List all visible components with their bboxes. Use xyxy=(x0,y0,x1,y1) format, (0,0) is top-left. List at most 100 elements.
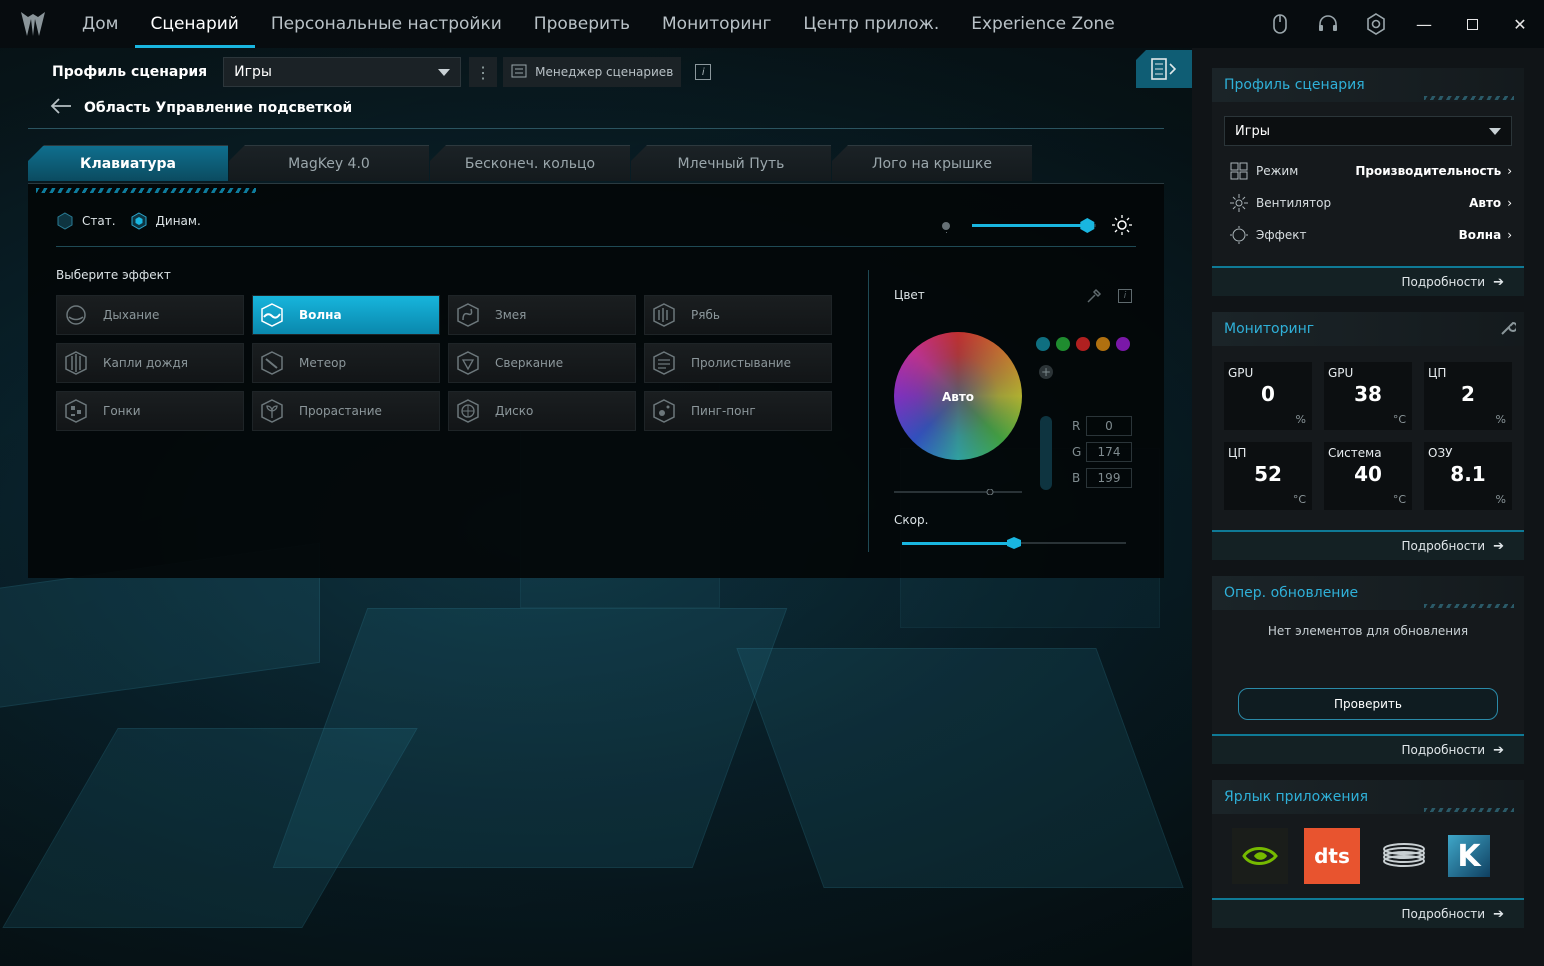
device-tab-0[interactable]: Клавиатура xyxy=(28,145,228,181)
color-wheel-label: Авто xyxy=(941,390,975,404)
monitor-unit: % xyxy=(1495,413,1506,426)
color-info-icon[interactable]: i xyxy=(1118,289,1132,303)
device-tab-4[interactable]: Лого на крышке xyxy=(832,145,1032,181)
update-card: Опер. обновление Нет элементов для обнов… xyxy=(1212,576,1524,764)
effect-breath[interactable]: Дыхание xyxy=(56,295,244,335)
profile-more-link[interactable]: Подробности ➔ xyxy=(1212,266,1524,296)
killer-icon[interactable]: K xyxy=(1448,835,1490,877)
scroll-icon xyxy=(649,348,679,378)
effect-sparkle[interactable]: Сверкание xyxy=(448,343,636,383)
add-color-icon[interactable]: + xyxy=(1039,365,1053,379)
monitor-tile: ЦП 2% xyxy=(1424,362,1512,430)
rgb-g-field[interactable]: 174 xyxy=(1086,442,1132,462)
nav-tab-4[interactable]: Мониторинг xyxy=(646,0,787,48)
wheel-saturation-slider[interactable] xyxy=(894,480,1022,496)
radio-dynamic-icon[interactable] xyxy=(130,212,148,230)
profile-select[interactable]: Игры xyxy=(223,57,462,87)
effect-pingpong[interactable]: Пинг-понг xyxy=(644,391,832,431)
mode-dynamic-label[interactable]: Динам. xyxy=(156,214,201,228)
predator-logo-icon xyxy=(0,0,66,48)
check-updates-button[interactable]: Проверить xyxy=(1238,688,1498,720)
monitor-tile: ОЗУ 8.1% xyxy=(1424,442,1512,510)
effect-disco[interactable]: Диско xyxy=(448,391,636,431)
color-wheel[interactable]: Авто xyxy=(894,332,1022,460)
mode-key: Режим xyxy=(1256,164,1299,178)
sidebar-toggle-icon[interactable] xyxy=(1136,50,1192,88)
gear-icon[interactable] xyxy=(1352,0,1400,48)
effect-snake[interactable]: Змея xyxy=(448,295,636,335)
dts-icon[interactable]: dts xyxy=(1304,828,1360,884)
effect-sprout[interactable]: Прорастание xyxy=(252,391,440,431)
brightness-fill xyxy=(972,224,1088,227)
sidebar-profile-select[interactable]: Игры xyxy=(1224,116,1512,146)
nav-tab-1[interactable]: Сценарий xyxy=(134,0,256,48)
rgb-r-field[interactable]: 0 xyxy=(1086,416,1132,436)
monitoring-more-link[interactable]: Подробности ➔ xyxy=(1212,530,1524,560)
mouse-icon[interactable] xyxy=(1256,0,1304,48)
wrench-icon[interactable] xyxy=(1500,320,1518,340)
device-tab-3[interactable]: Млечный Путь xyxy=(631,145,831,181)
nav-tab-6[interactable]: Experience Zone xyxy=(955,0,1131,48)
device-tab-1[interactable]: MagKey 4.0 xyxy=(229,145,429,181)
effect-raindrop[interactable]: Капли дождя xyxy=(56,343,244,383)
speed-slider[interactable] xyxy=(902,534,1126,549)
color-intensity-slider[interactable] xyxy=(1040,416,1052,490)
headset-icon[interactable] xyxy=(1304,0,1352,48)
fan-row[interactable]: Вентилятор Авто › xyxy=(1228,192,1512,214)
arrow-right-icon: ➔ xyxy=(1493,906,1504,922)
profile-card-header: Профиль сценария xyxy=(1212,68,1524,102)
effect-race-flag[interactable]: Гонки xyxy=(56,391,244,431)
nav-tab-5[interactable]: Центр прилож. xyxy=(787,0,955,48)
minimize-icon[interactable]: — xyxy=(1400,0,1448,48)
speed-title: Скор. xyxy=(894,513,929,527)
radio-static-icon[interactable] xyxy=(56,212,74,230)
dim-bulb-icon xyxy=(942,222,950,230)
scenario-manager-button[interactable]: Менеджер сценариев xyxy=(503,57,682,87)
nav-tab-0[interactable]: Дом xyxy=(66,0,135,48)
color-swatch-4[interactable] xyxy=(1116,337,1130,351)
shortcuts-more-link[interactable]: Подробности ➔ xyxy=(1212,898,1524,928)
rgb-b-field[interactable]: 199 xyxy=(1086,468,1132,488)
brightness-slider[interactable] xyxy=(938,214,1138,236)
sparkle-icon xyxy=(453,348,483,378)
update-more-link[interactable]: Подробности ➔ xyxy=(1212,734,1524,764)
device-tab-2[interactable]: Бесконеч. кольцо xyxy=(430,145,630,181)
color-swatch-1[interactable] xyxy=(1056,337,1070,351)
maximize-icon[interactable] xyxy=(1448,0,1496,48)
color-swatch-0[interactable] xyxy=(1036,337,1050,351)
eyedropper-icon[interactable] xyxy=(1086,288,1102,308)
monitor-unit: °C xyxy=(1392,493,1406,506)
no-updates-text: Нет элементов для обновления xyxy=(1267,624,1469,638)
info-icon[interactable]: i xyxy=(695,64,712,80)
more-label: Подробности xyxy=(1401,743,1486,757)
color-swatch-2[interactable] xyxy=(1076,337,1090,351)
mode-static-label[interactable]: Стат. xyxy=(82,214,116,228)
right-sidebar: Профиль сценария Игры Режим Производител… xyxy=(1192,48,1544,966)
update-card-header: Опер. обновление xyxy=(1212,576,1524,610)
effect-label: Прорастание xyxy=(299,404,382,418)
sidebar-profile-value: Игры xyxy=(1235,123,1271,139)
mode-row[interactable]: Режим Производительность › xyxy=(1228,160,1512,182)
more-options-icon[interactable]: ⋮ xyxy=(469,57,498,87)
nav-tab-2[interactable]: Персональные настройки xyxy=(255,0,518,48)
effect-row[interactable]: Эффект Волна › xyxy=(1228,224,1512,246)
nvidia-icon[interactable] xyxy=(1232,828,1288,884)
effect-label: Волна xyxy=(299,308,342,322)
panel-decoration xyxy=(36,188,256,193)
shortcuts-card: Ярлык приложения dts K Подробности ➔ xyxy=(1212,780,1524,928)
effect-scroll[interactable]: Пролистывание xyxy=(644,343,832,383)
effect-ripple[interactable]: Рябь xyxy=(644,295,832,335)
close-icon[interactable]: ✕ xyxy=(1496,0,1544,48)
divider xyxy=(28,128,1164,129)
color-swatch-3[interactable] xyxy=(1096,337,1110,351)
coil-icon[interactable] xyxy=(1376,828,1432,884)
page-title: Область Управление подсветкой xyxy=(84,100,353,116)
effect-meteor[interactable]: Метеор xyxy=(252,343,440,383)
rgb-b-label: B xyxy=(1072,471,1081,485)
effect-wave[interactable]: Волна xyxy=(252,295,440,335)
profile-card: Профиль сценария Игры Режим Производител… xyxy=(1212,68,1524,296)
nav-tab-3[interactable]: Проверить xyxy=(518,0,646,48)
device-tabs: Клавиатура MagKey 4.0 Бесконеч. кольцо Млеч… xyxy=(28,145,1033,181)
back-arrow-icon[interactable] xyxy=(50,98,72,118)
profile-select-value: Игры xyxy=(234,64,272,80)
